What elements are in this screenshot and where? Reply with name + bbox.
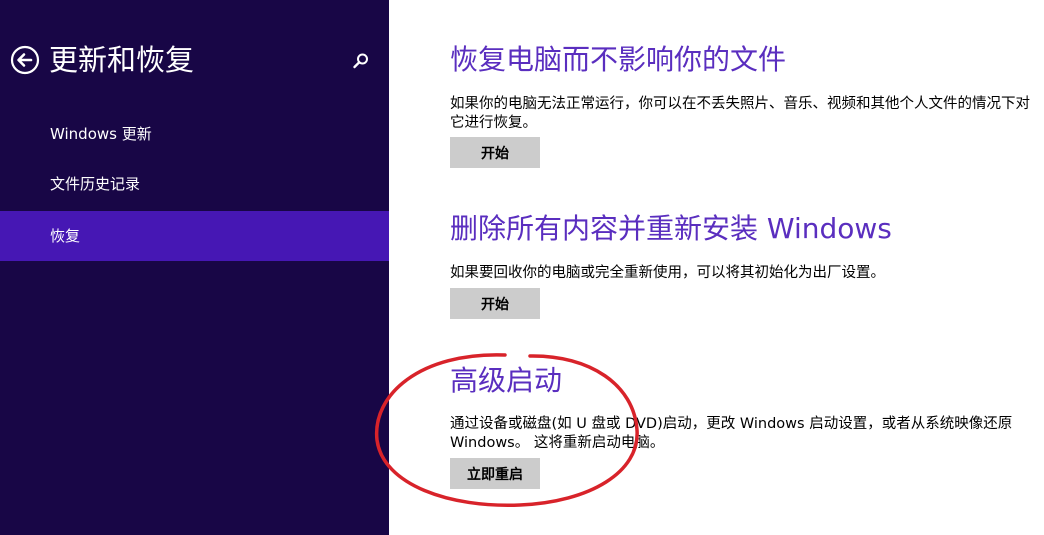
section-title-reset: 删除所有内容并重新安装 Windows (450, 212, 892, 245)
sidebar-item-label: Windows 更新 (50, 125, 152, 143)
sidebar-item-label: 恢复 (50, 227, 81, 245)
page-title: 更新和恢复 (49, 43, 195, 77)
sidebar-item-label: 文件历史记录 (50, 175, 141, 193)
restart-now-button[interactable]: 立即重启 (450, 458, 540, 489)
section-title-advanced-startup: 高级启动 (450, 364, 563, 397)
back-button[interactable] (10, 45, 40, 75)
search-button[interactable] (352, 52, 370, 70)
section-description-refresh: 如果你的电脑无法正常运行，你可以在不丢失照片、音乐、视频和其他个人文件的情况下对… (450, 96, 1030, 131)
section-title-refresh: 恢复电脑而不影响你的文件 (450, 43, 787, 76)
reset-start-button[interactable]: 开始 (450, 288, 540, 319)
search-icon (353, 53, 368, 69)
sidebar: 更新和恢复 Windows 更新 文件历史记录 恢复 (0, 0, 389, 535)
sidebar-item-file-history[interactable]: 文件历史记录 (0, 159, 389, 209)
sidebar-item-recovery[interactable]: 恢复 (0, 211, 389, 261)
section-description-advanced-startup: 通过设备或磁盘(如 U 盘或 DVD)启动，更改 Windows 启动设置，或者… (450, 416, 1013, 451)
refresh-start-button[interactable]: 开始 (450, 137, 540, 168)
sidebar-item-windows-update[interactable]: Windows 更新 (0, 109, 389, 159)
back-arrow-icon (10, 45, 40, 75)
section-description-reset: 如果要回收你的电脑或完全重新使用，可以将其初始化为出厂设置。 (450, 265, 885, 281)
